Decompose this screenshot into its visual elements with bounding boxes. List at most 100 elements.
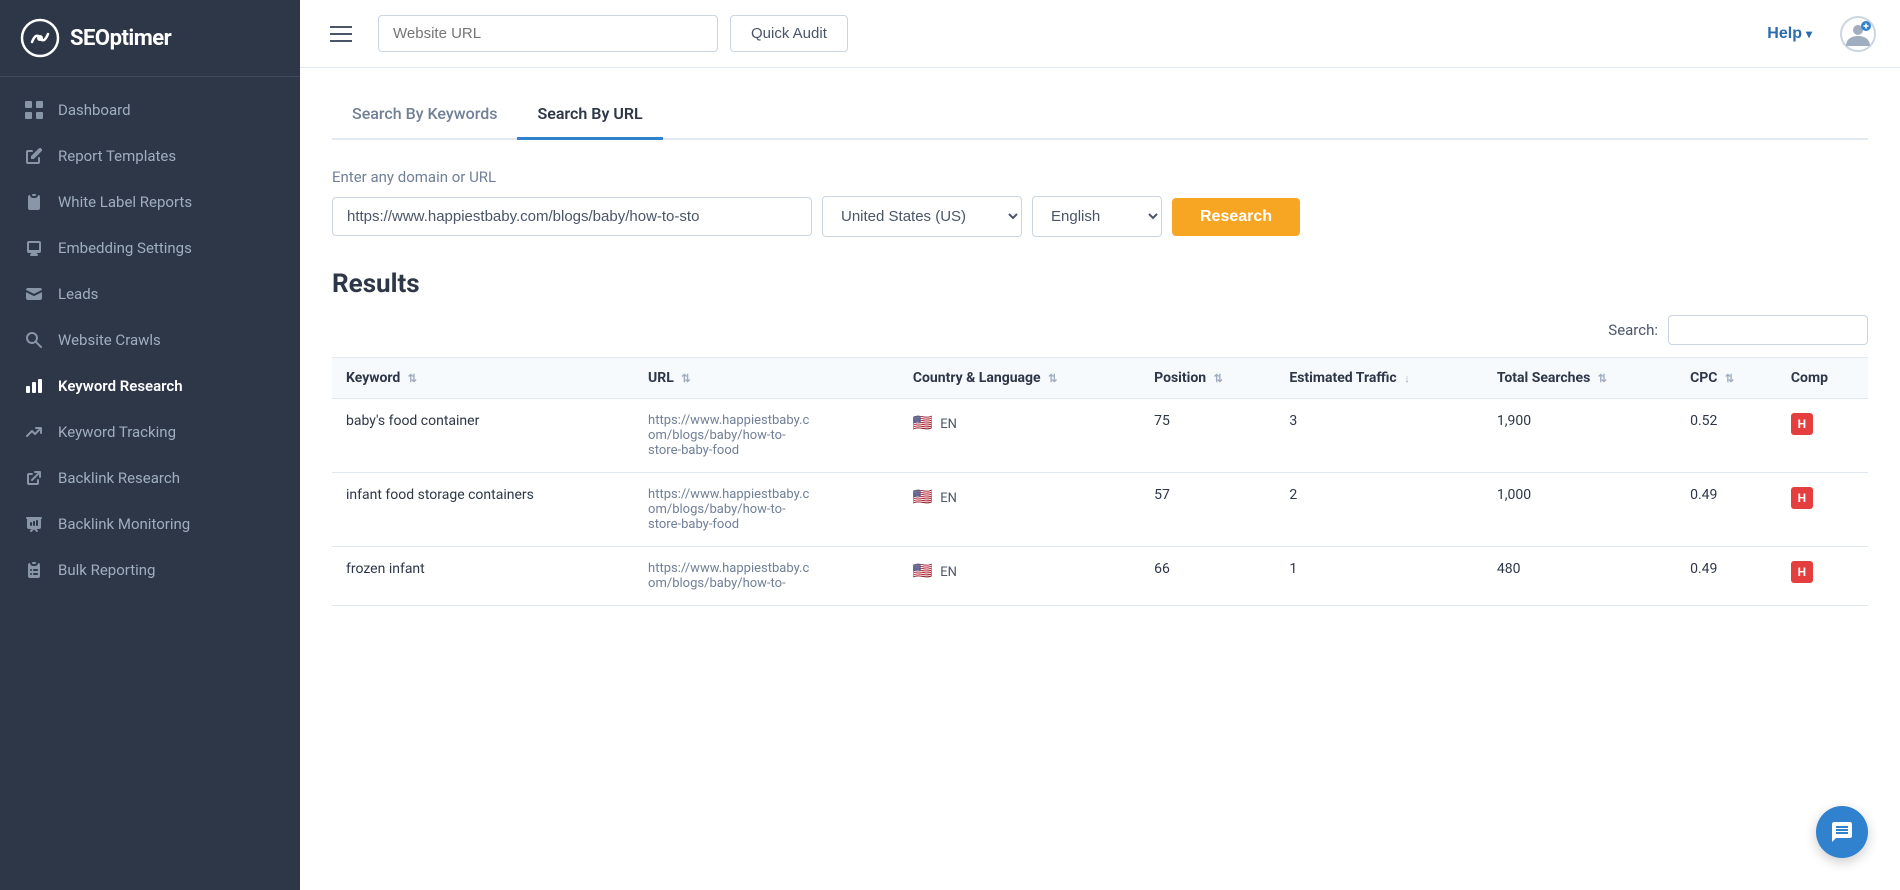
cell-estimated-traffic: 2 (1275, 473, 1483, 547)
sidebar-item-keyword-tracking-label: Keyword Tracking (58, 423, 176, 441)
sidebar-item-backlink-monitoring[interactable]: Backlink Monitoring (0, 501, 300, 547)
competition-badge: H (1791, 561, 1813, 583)
sidebar-item-bulk-reporting-label: Bulk Reporting (58, 561, 155, 579)
research-button[interactable]: Research (1172, 198, 1300, 236)
grid-icon (24, 100, 44, 120)
cell-estimated-traffic: 3 (1275, 399, 1483, 473)
sort-country-icon: ⇅ (1048, 372, 1057, 385)
chat-button[interactable] (1816, 806, 1868, 858)
sidebar-item-white-label-reports[interactable]: White Label Reports (0, 179, 300, 225)
sidebar-item-website-crawls[interactable]: Website Crawls (0, 317, 300, 363)
flag-icon: 🇺🇸 (913, 561, 933, 580)
cell-keyword: infant food storage containers (332, 473, 634, 547)
col-keyword[interactable]: Keyword ⇅ (332, 358, 634, 399)
layers-icon (24, 560, 44, 580)
col-cpc[interactable]: CPC ⇅ (1676, 358, 1777, 399)
table-row: infant food storage containers https://w… (332, 473, 1868, 547)
edit-icon (24, 146, 44, 166)
results-title: Results (332, 269, 1868, 299)
cell-keyword: frozen infant (332, 547, 634, 606)
sidebar-item-website-crawls-label: Website Crawls (58, 331, 161, 349)
col-country-language[interactable]: Country & Language ⇅ (899, 358, 1140, 399)
quick-audit-button[interactable]: Quick Audit (730, 15, 848, 52)
cell-country-language: 🇺🇸 EN (899, 547, 1140, 606)
domain-input[interactable] (332, 197, 812, 236)
main-area: Quick Audit Help ▾ Search By Keywords Se… (300, 0, 1900, 890)
trending-up-icon (24, 422, 44, 442)
sidebar-item-backlink-research-label: Backlink Research (58, 469, 180, 487)
sidebar-item-backlink-monitoring-label: Backlink Monitoring (58, 515, 190, 533)
external-link-icon (24, 468, 44, 488)
sort-position-icon: ⇅ (1214, 372, 1223, 385)
sidebar-item-leads[interactable]: Leads (0, 271, 300, 317)
url-field-label: Enter any domain or URL (332, 168, 1868, 186)
sort-cpc-icon: ⇅ (1725, 372, 1734, 385)
website-url-input[interactable] (378, 15, 718, 52)
cell-position: 66 (1140, 547, 1275, 606)
table-row: frozen infant https://www.happiestbaby.c… (332, 547, 1868, 606)
language-badge: EN (940, 417, 957, 432)
help-chevron-icon: ▾ (1806, 27, 1812, 41)
flag-icon: 🇺🇸 (913, 487, 933, 506)
tab-search-by-url[interactable]: Search By URL (517, 92, 662, 140)
cell-estimated-traffic: 1 (1275, 547, 1483, 606)
cell-position: 75 (1140, 399, 1275, 473)
sort-traffic-icon: ↓ (1404, 372, 1410, 385)
sidebar-item-leads-label: Leads (58, 285, 98, 303)
sort-searches-icon: ⇅ (1598, 372, 1607, 385)
tab-search-by-keywords[interactable]: Search By Keywords (332, 92, 517, 140)
country-select[interactable]: United States (US) United Kingdom (GB) C… (822, 196, 1022, 237)
cell-cpc: 0.49 (1676, 547, 1777, 606)
flag-icon: 🇺🇸 (913, 413, 933, 432)
hamburger-button[interactable] (324, 20, 358, 48)
cell-url: https://www.happiestbaby.com/blogs/baby/… (634, 547, 899, 606)
sidebar-item-keyword-tracking[interactable]: Keyword Tracking (0, 409, 300, 455)
copy-icon (24, 192, 44, 212)
user-avatar-icon[interactable] (1840, 16, 1876, 52)
sidebar-item-dashboard-label: Dashboard (58, 101, 131, 119)
bar-chart-icon (24, 376, 44, 396)
help-label: Help (1767, 25, 1802, 43)
language-badge: EN (940, 565, 957, 580)
sidebar-item-bulk-reporting[interactable]: Bulk Reporting (0, 547, 300, 593)
activity-icon (24, 514, 44, 534)
mail-icon (24, 284, 44, 304)
language-select[interactable]: English Spanish French German Portuguese (1032, 196, 1162, 237)
seoptimer-logo-icon (20, 18, 60, 58)
col-total-searches[interactable]: Total Searches ⇅ (1483, 358, 1676, 399)
col-estimated-traffic[interactable]: Estimated Traffic ↓ (1275, 358, 1483, 399)
search-icon (24, 330, 44, 350)
results-search-input[interactable] (1668, 315, 1868, 345)
col-position[interactable]: Position ⇅ (1140, 358, 1275, 399)
tabs: Search By Keywords Search By URL (332, 92, 1868, 140)
cell-position: 57 (1140, 473, 1275, 547)
language-badge: EN (940, 491, 957, 506)
sidebar-item-keyword-research-label: Keyword Research (58, 377, 183, 395)
sidebar-item-embedding-settings[interactable]: Embedding Settings (0, 225, 300, 271)
col-url[interactable]: URL ⇅ (634, 358, 899, 399)
sidebar-item-report-templates[interactable]: Report Templates (0, 133, 300, 179)
sidebar-item-backlink-research[interactable]: Backlink Research (0, 455, 300, 501)
sidebar-item-dashboard[interactable]: Dashboard (0, 87, 300, 133)
content-area: Search By Keywords Search By URL Enter a… (300, 68, 1900, 890)
cell-total-searches: 1,000 (1483, 473, 1676, 547)
table-header-row: Keyword ⇅ URL ⇅ Country & Language ⇅ P (332, 358, 1868, 399)
cell-url: https://www.happiestbaby.com/blogs/baby/… (634, 399, 899, 473)
chat-icon (1830, 820, 1854, 844)
table-row: baby's food container https://www.happie… (332, 399, 1868, 473)
sidebar-item-report-templates-label: Report Templates (58, 147, 176, 165)
cell-url: https://www.happiestbaby.com/blogs/baby/… (634, 473, 899, 547)
cell-competition: H (1777, 547, 1868, 606)
col-competition[interactable]: Comp (1777, 358, 1868, 399)
cell-total-searches: 480 (1483, 547, 1676, 606)
logo-text: SEOptimer (70, 26, 171, 51)
sidebar-item-keyword-research[interactable]: Keyword Research (0, 363, 300, 409)
cell-competition: H (1777, 473, 1868, 547)
sidebar: SEOptimer Dashboard Report Templates Whi… (0, 0, 300, 890)
help-button[interactable]: Help ▾ (1767, 25, 1812, 43)
sort-url-icon: ⇅ (681, 372, 690, 385)
cell-total-searches: 1,900 (1483, 399, 1676, 473)
cell-country-language: 🇺🇸 EN (899, 399, 1140, 473)
sidebar-item-embedding-settings-label: Embedding Settings (58, 239, 192, 257)
competition-badge: H (1791, 487, 1813, 509)
